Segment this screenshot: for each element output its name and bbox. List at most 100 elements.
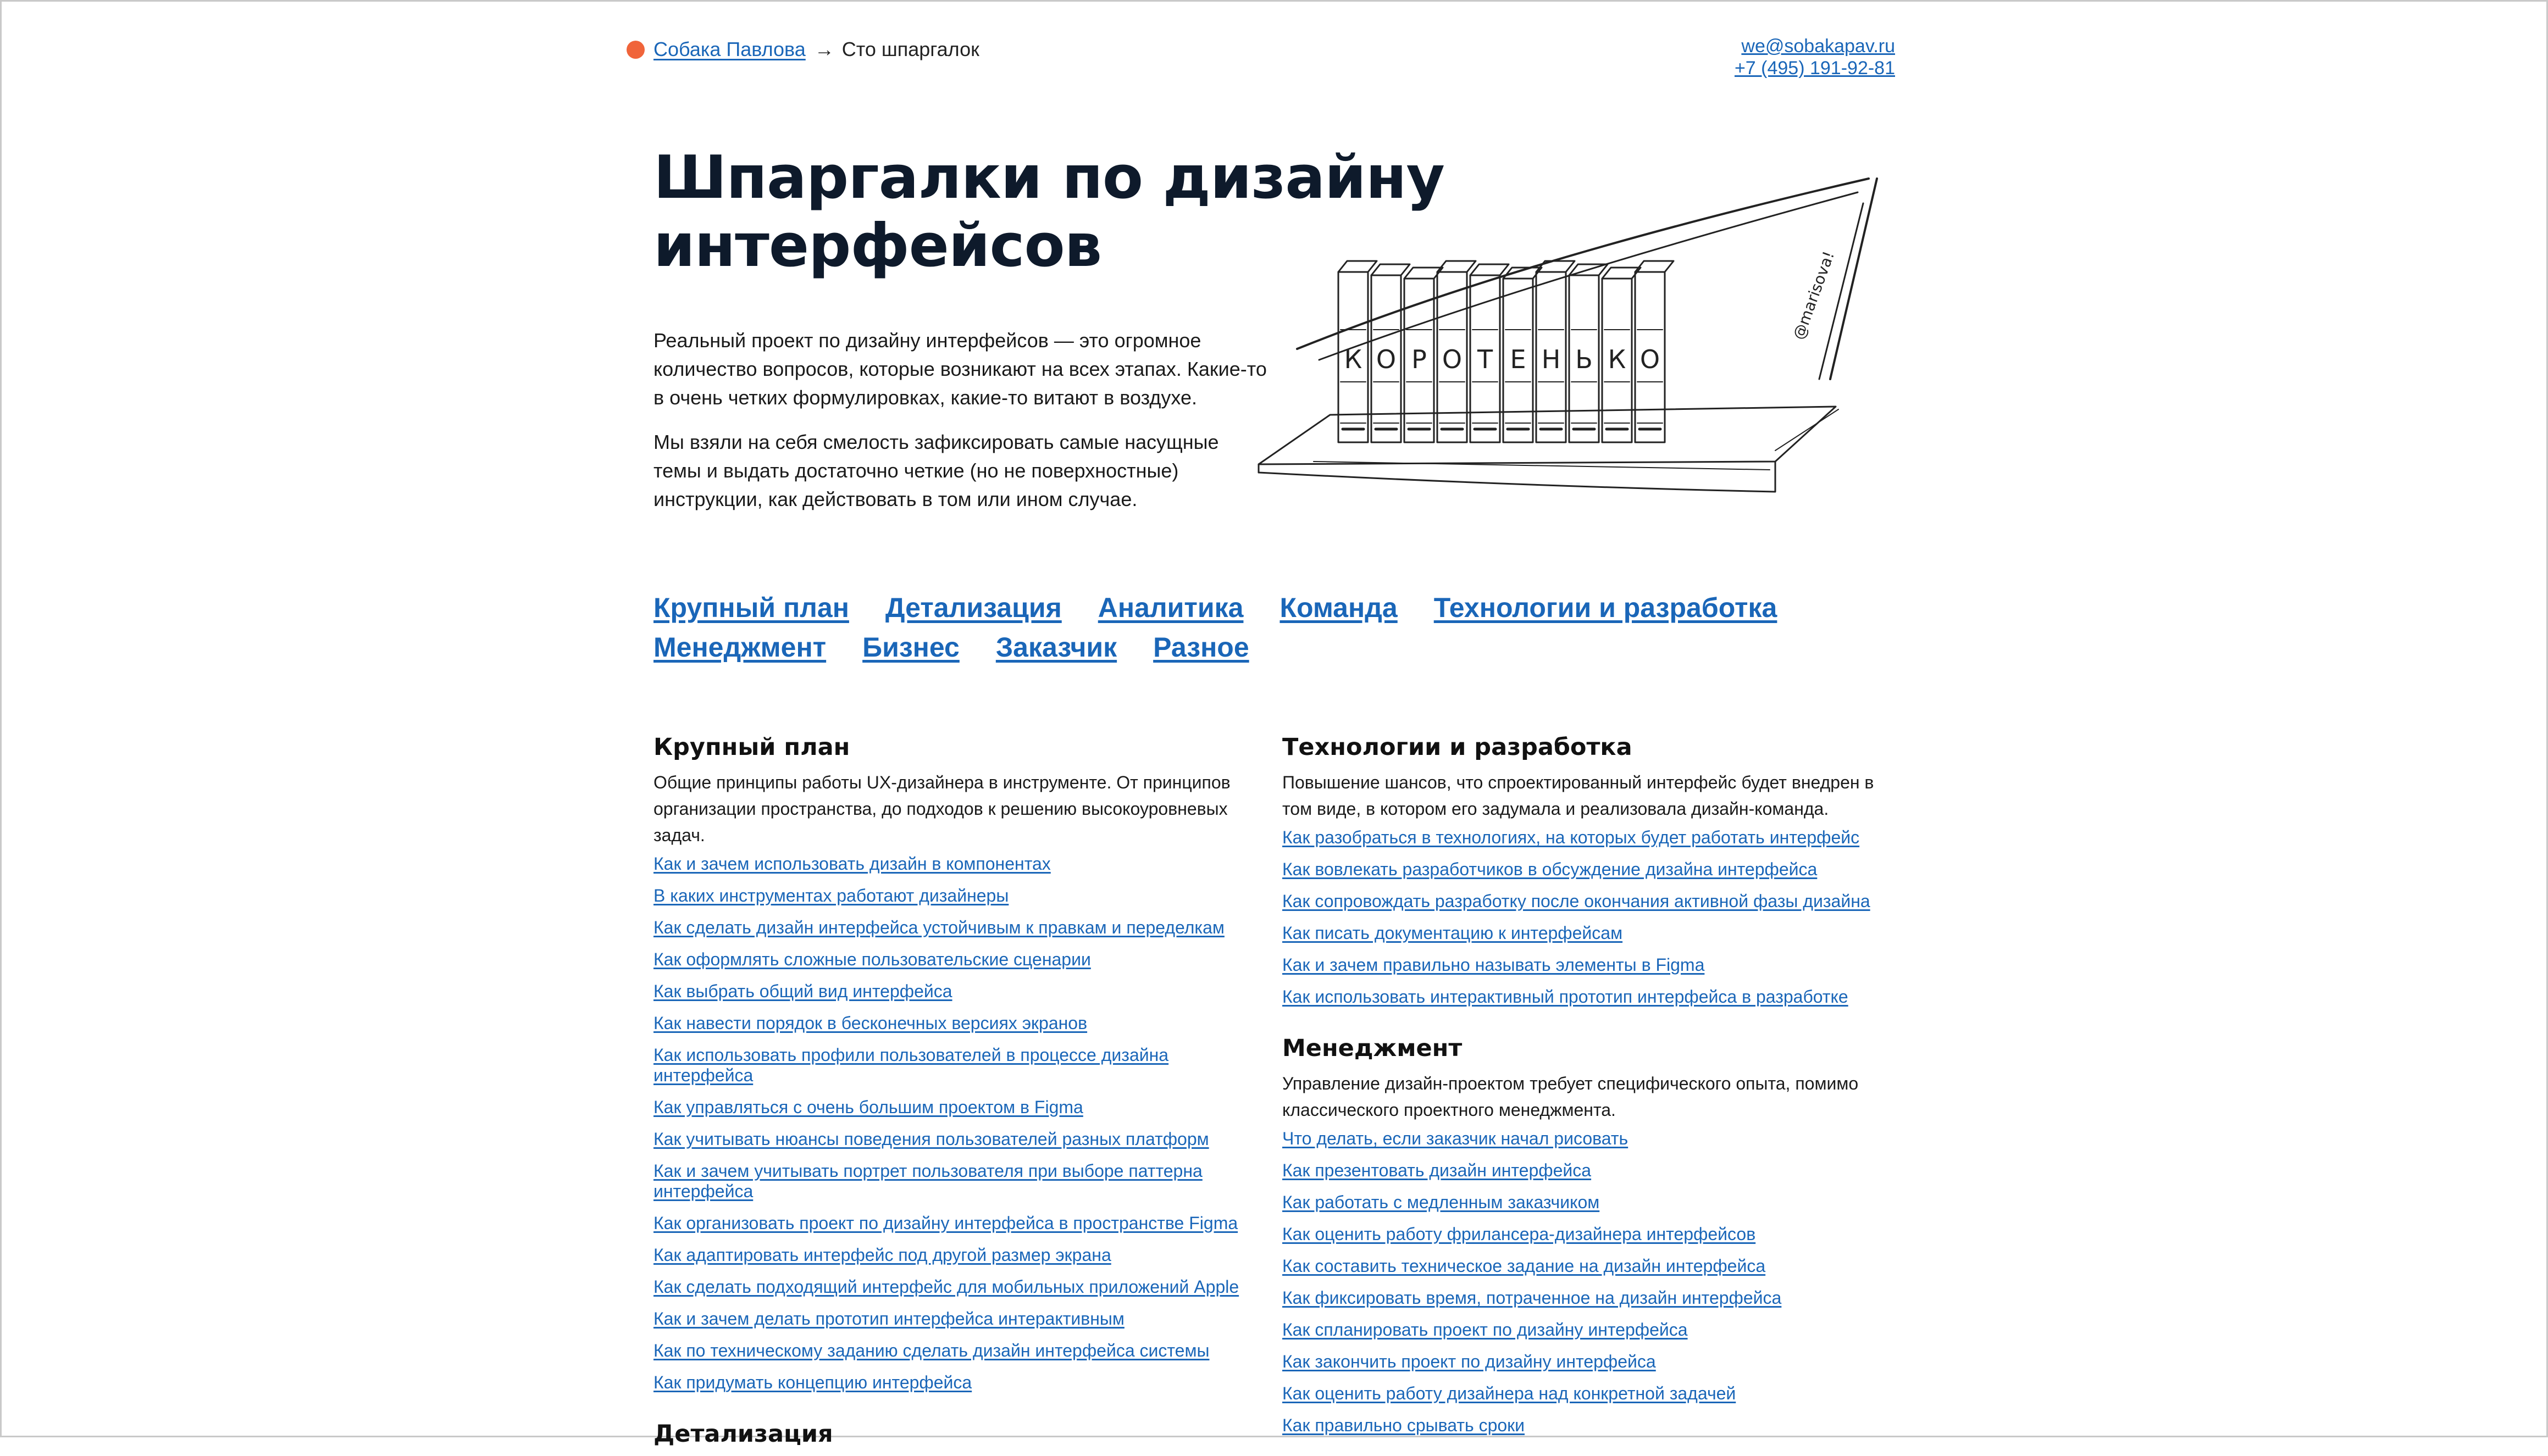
book-letter: К (1344, 344, 1362, 374)
article-link[interactable]: Как сделать дизайн интерфейса устойчивым… (653, 918, 1225, 937)
section-tech: Технологии и разработка Повышение шансов… (1282, 731, 1892, 1007)
article-link[interactable]: Как адаптировать интерфейс под другой ра… (653, 1245, 1111, 1265)
list-item: Как правильно срывать сроки (1282, 1415, 1892, 1436)
list-item: Как использовать профили пользователей в… (653, 1045, 1264, 1086)
nav-link[interactable]: Бизнес (862, 632, 960, 663)
email-link[interactable]: we@sobakapav.ru (1735, 35, 1895, 57)
article-link[interactable]: Как использовать профили пользователей в… (653, 1045, 1168, 1085)
article-link[interactable]: Как учитывать нюансы поведения пользоват… (653, 1129, 1209, 1149)
article-link[interactable]: Как и зачем делать прототип интерфейса и… (653, 1309, 1125, 1329)
article-link[interactable]: Как выбрать общий вид интерфейса (653, 981, 952, 1001)
article-link[interactable]: Что делать, если заказчик начал рисовать (1282, 1129, 1628, 1148)
book: О (1634, 260, 1675, 443)
article-link[interactable]: Как разобраться в технологиях, на которы… (1282, 827, 1859, 847)
list-item: Как спланировать проект по дизайну интер… (1282, 1320, 1892, 1340)
nav-link[interactable]: Заказчик (996, 632, 1117, 663)
list-item: Как адаптировать интерфейс под другой ра… (653, 1245, 1264, 1265)
list-item: Как и зачем делать прототип интерфейса и… (653, 1309, 1264, 1329)
contacts: we@sobakapav.ru +7 (495) 191-92-81 (1735, 35, 1895, 79)
list-item: Как оценить работу дизайнера над конкрет… (1282, 1383, 1892, 1404)
article-link[interactable]: Как оформлять сложные пользовательские с… (653, 949, 1091, 969)
link-list-big-plan: Как и зачем использовать дизайн в компон… (653, 854, 1264, 1393)
book-row: КОРОТЕНЬКО (1337, 260, 1675, 443)
list-item: В каких инструментах работают дизайнеры (653, 886, 1264, 906)
list-item: Как работать с медленным заказчиком (1282, 1192, 1892, 1213)
nav-link[interactable]: Менеджмент (653, 632, 826, 663)
intro-paragraph-2: Мы взяли на себя смелость зафиксировать … (653, 431, 1219, 510)
section-nav: Крупный план Детализация Аналитика Команда Т… (653, 588, 1918, 667)
list-item: Как сделать подходящий интерфейс для моб… (653, 1277, 1264, 1297)
article-link[interactable]: Как оценить работу фрилансера-дизайнера … (1282, 1224, 1755, 1244)
nav-link[interactable]: Команда (1279, 592, 1397, 623)
list-item: Как сопровождать разработку после оконча… (1282, 891, 1892, 912)
list-item: Как управляться с очень большим проектом… (653, 1097, 1264, 1118)
list-item: Как и зачем использовать дизайн в компон… (653, 854, 1264, 874)
article-link[interactable]: Как и зачем учитывать портрет пользовате… (653, 1161, 1203, 1201)
article-link[interactable]: Как придумать концепцию интерфейса (653, 1372, 972, 1392)
list-item: Как и зачем правильно называть элементы … (1282, 955, 1892, 975)
article-link[interactable]: Как спланировать проект по дизайну интер… (1282, 1320, 1688, 1340)
breadcrumb: Собака Павлова → Сто шпаргалок (627, 35, 979, 64)
list-item: Как придумать концепцию интерфейса (653, 1372, 1264, 1393)
breadcrumb-arrow-icon: → (814, 38, 834, 60)
section-title-management: Менеджмент (1282, 1035, 1463, 1062)
list-item: Как составить техническое задание на диз… (1282, 1256, 1892, 1276)
article-link[interactable]: Как сделать подходящий интерфейс для моб… (653, 1277, 1239, 1297)
intro-paragraph-1: Реальный проект по дизайну интерфейсов —… (653, 329, 1267, 409)
list-item: Как организовать проект по дизайну интер… (653, 1213, 1264, 1233)
list-item: Как разобраться в технологиях, на которы… (1282, 827, 1892, 848)
article-link[interactable]: Как правильно срывать сроки (1282, 1415, 1525, 1435)
right-column: Технологии и разработка Повышение шансов… (1282, 731, 1892, 1447)
article-link[interactable]: Как управляться с очень большим проектом… (653, 1097, 1083, 1117)
link-list-tech: Как разобраться в технологиях, на которы… (1282, 827, 1892, 1007)
breadcrumb-home-link[interactable]: Собака Павлова (653, 35, 806, 64)
nav-link[interactable]: Технологии и разработка (1434, 592, 1777, 623)
section-title-tech: Технологии и разработка (1282, 733, 1632, 761)
article-link[interactable]: Как и зачем правильно называть элементы … (1282, 955, 1704, 975)
book-letter: Р (1411, 344, 1427, 374)
section-desc-management: Управление дизайн-проектом требует специ… (1282, 1074, 1859, 1120)
article-link[interactable]: Как оценить работу дизайнера над конкрет… (1282, 1383, 1736, 1403)
list-item: Как закончить проект по дизайну интерфей… (1282, 1352, 1892, 1372)
section-desc-tech: Повышение шансов, что спроектированный и… (1282, 773, 1874, 819)
article-link[interactable]: Как фиксировать время, потраченное на ди… (1282, 1288, 1781, 1308)
link-list-management: Что делать, если заказчик начал рисовать… (1282, 1129, 1892, 1436)
section-title-detail: Детализация (653, 1420, 833, 1448)
book-letter: О (1442, 344, 1462, 374)
book-letter: Т (1477, 344, 1493, 374)
book-letter: Е (1510, 344, 1526, 374)
list-item: Как оценить работу фрилансера-дизайнера … (1282, 1224, 1892, 1244)
article-link[interactable]: Как презентовать дизайн интерфейса (1282, 1160, 1591, 1180)
article-link[interactable]: Как использовать интерактивный прототип … (1282, 987, 1848, 1007)
nav-link[interactable]: Крупный план (653, 592, 849, 623)
book-letter: О (1376, 344, 1396, 374)
article-link[interactable]: Как по техническому заданию сделать диза… (653, 1341, 1209, 1360)
article-link[interactable]: Как закончить проект по дизайну интерфей… (1282, 1352, 1656, 1371)
book-letter: О (1640, 344, 1660, 374)
article-link[interactable]: Как сопровождать разработку после оконча… (1282, 891, 1870, 911)
article-link[interactable]: Как вовлекать разработчиков в обсуждение… (1282, 859, 1817, 879)
article-link[interactable]: Как работать с медленным заказчиком (1282, 1192, 1599, 1212)
nav-link[interactable]: Аналитика (1098, 592, 1244, 623)
list-item: Как учитывать нюансы поведения пользоват… (653, 1129, 1264, 1149)
article-link[interactable]: Как составить техническое задание на диз… (1282, 1256, 1765, 1276)
logo-dot-icon (627, 40, 645, 59)
article-link[interactable]: В каких инструментах работают дизайнеры (653, 886, 1009, 905)
nav-link[interactable]: Разное (1153, 632, 1249, 663)
list-item: Что делать, если заказчик начал рисовать (1282, 1129, 1892, 1149)
list-item: Как использовать интерактивный прототип … (1282, 987, 1892, 1007)
article-link[interactable]: Как писать документацию к интерфейсам (1282, 923, 1622, 943)
article-link[interactable]: Как и зачем использовать дизайн в компон… (653, 854, 1051, 874)
list-item: Как навести порядок в бесконечных версия… (653, 1013, 1264, 1033)
phone-link[interactable]: +7 (495) 191-92-81 (1735, 57, 1895, 79)
books-illustration: КОРОТЕНЬКО @marisova! (1258, 177, 1878, 493)
nav-link[interactable]: Детализация (885, 592, 1062, 623)
section-title-big-plan: Крупный план (653, 733, 850, 761)
list-item: Как выбрать общий вид интерфейса (653, 981, 1264, 1002)
breadcrumb-current: Сто шпаргалок (841, 38, 979, 60)
article-link[interactable]: Как организовать проект по дизайну интер… (653, 1213, 1238, 1233)
book-letter: Н (1542, 344, 1561, 374)
book-letter: Ь (1575, 344, 1593, 374)
article-link[interactable]: Как навести порядок в бесконечных версия… (653, 1013, 1087, 1033)
section-management: Менеджмент Управление дизайн-проектом тр… (1282, 1032, 1892, 1436)
